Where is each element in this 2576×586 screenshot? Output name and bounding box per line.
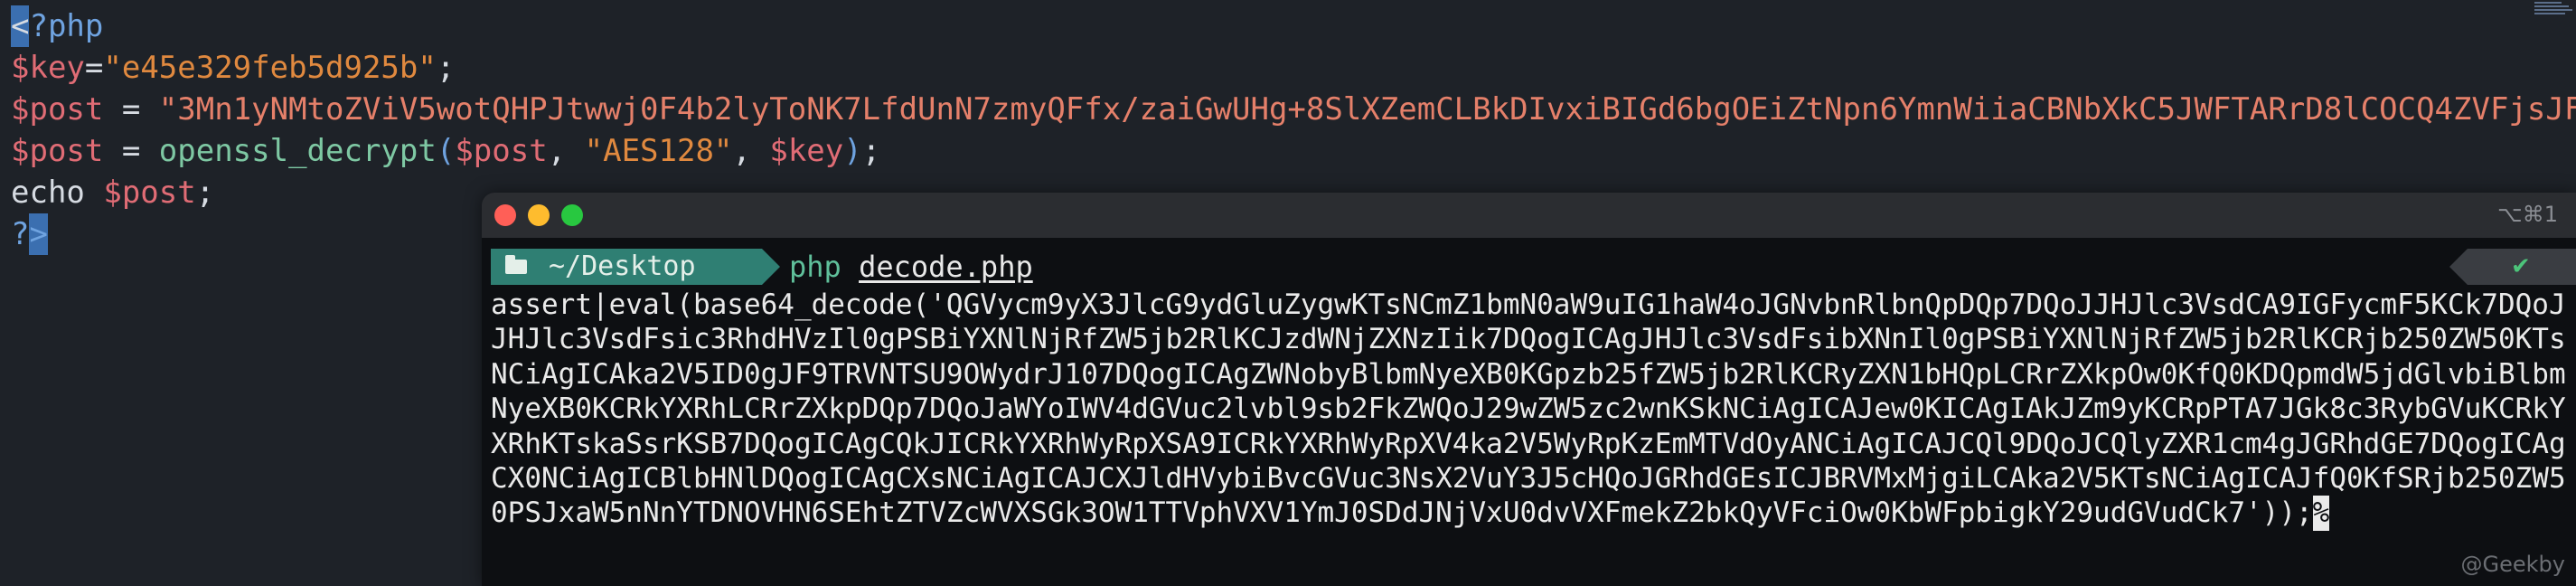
semicolon: ; — [195, 175, 215, 211]
prompt-directory-segment: ~/Desktop — [491, 249, 762, 285]
code-line-2[interactable]: $key="e45e329feb5d925b"; — [11, 47, 455, 89]
argument-post: $post — [455, 133, 548, 169]
prompt-status-segment: ✔ — [2449, 249, 2576, 285]
text-cursor: < — [11, 5, 30, 47]
prompt-directory: ~/Desktop — [549, 250, 696, 282]
paren-open: ( — [436, 133, 456, 169]
minimap[interactable] — [2531, 0, 2576, 20]
decoded-output-text: assert|eval(base64_decode('QGVycm9yX3Jlc… — [491, 288, 2566, 530]
php-open-tag: ?php — [29, 8, 104, 44]
assign-operator: = — [84, 50, 104, 86]
command-argument[interactable]: decode.php — [859, 250, 1033, 284]
argument-cipher: "AES128" — [584, 133, 733, 169]
assign-operator: = — [103, 91, 159, 128]
bracket-match-highlight: > — [29, 213, 48, 255]
comma: , — [732, 133, 770, 169]
terminal-output[interactable]: assert|eval(base64_decode('QGVycm9yX3Jlc… — [491, 288, 2570, 531]
variable-key: $key — [11, 50, 85, 86]
code-line-4[interactable]: $post = openssl_decrypt($post, "AES128",… — [11, 130, 880, 172]
key-string: "e45e329feb5d925b" — [103, 50, 437, 86]
terminal-cursor: % — [2312, 496, 2330, 531]
echo-keyword: echo — [11, 175, 104, 211]
variable-post: $post — [103, 175, 196, 211]
semicolon: ; — [861, 133, 881, 169]
command-name: php — [789, 250, 841, 284]
zoom-window-button[interactable] — [561, 204, 583, 226]
code-line-1[interactable]: <?php — [11, 5, 103, 47]
prompt-segment-arrow — [762, 249, 780, 285]
variable-post: $post — [11, 133, 104, 169]
terminal-window[interactable]: ⌥⌘1 ~/Desktop php decode.php ✔ assert|ev… — [482, 193, 2576, 586]
code-line-3[interactable]: $post = "3Mn1yNMtoZViV5wotQHPJtwwj0F4b2l… — [11, 89, 2576, 130]
window-shortcut-label: ⌥⌘1 — [2497, 202, 2558, 227]
code-line-6[interactable]: ?> — [11, 213, 48, 255]
semicolon: ; — [436, 50, 456, 86]
folder-icon — [505, 255, 527, 274]
code-line-5[interactable]: echo $post; — [11, 172, 214, 213]
argument-key: $key — [769, 133, 844, 169]
terminal-titlebar[interactable]: ⌥⌘1 — [482, 193, 2576, 238]
comma: , — [547, 133, 585, 169]
minimize-window-button[interactable] — [528, 204, 550, 226]
watermark: @Geekby — [2460, 552, 2565, 577]
checkmark-icon: ✔ — [2511, 253, 2531, 280]
close-window-button[interactable] — [494, 204, 516, 226]
variable-post: $post — [11, 91, 104, 128]
encrypted-string: "3Mn1yNMtoZViV5wotQHPJtwwj0F4b2lyToNK7Lf… — [158, 91, 2576, 128]
php-close-tag: ? — [11, 216, 30, 252]
assign-operator: = — [103, 133, 159, 169]
paren-close: ) — [843, 133, 862, 169]
prompt-command: php decode.php — [789, 249, 1033, 285]
function-name: openssl_decrypt — [158, 133, 437, 169]
